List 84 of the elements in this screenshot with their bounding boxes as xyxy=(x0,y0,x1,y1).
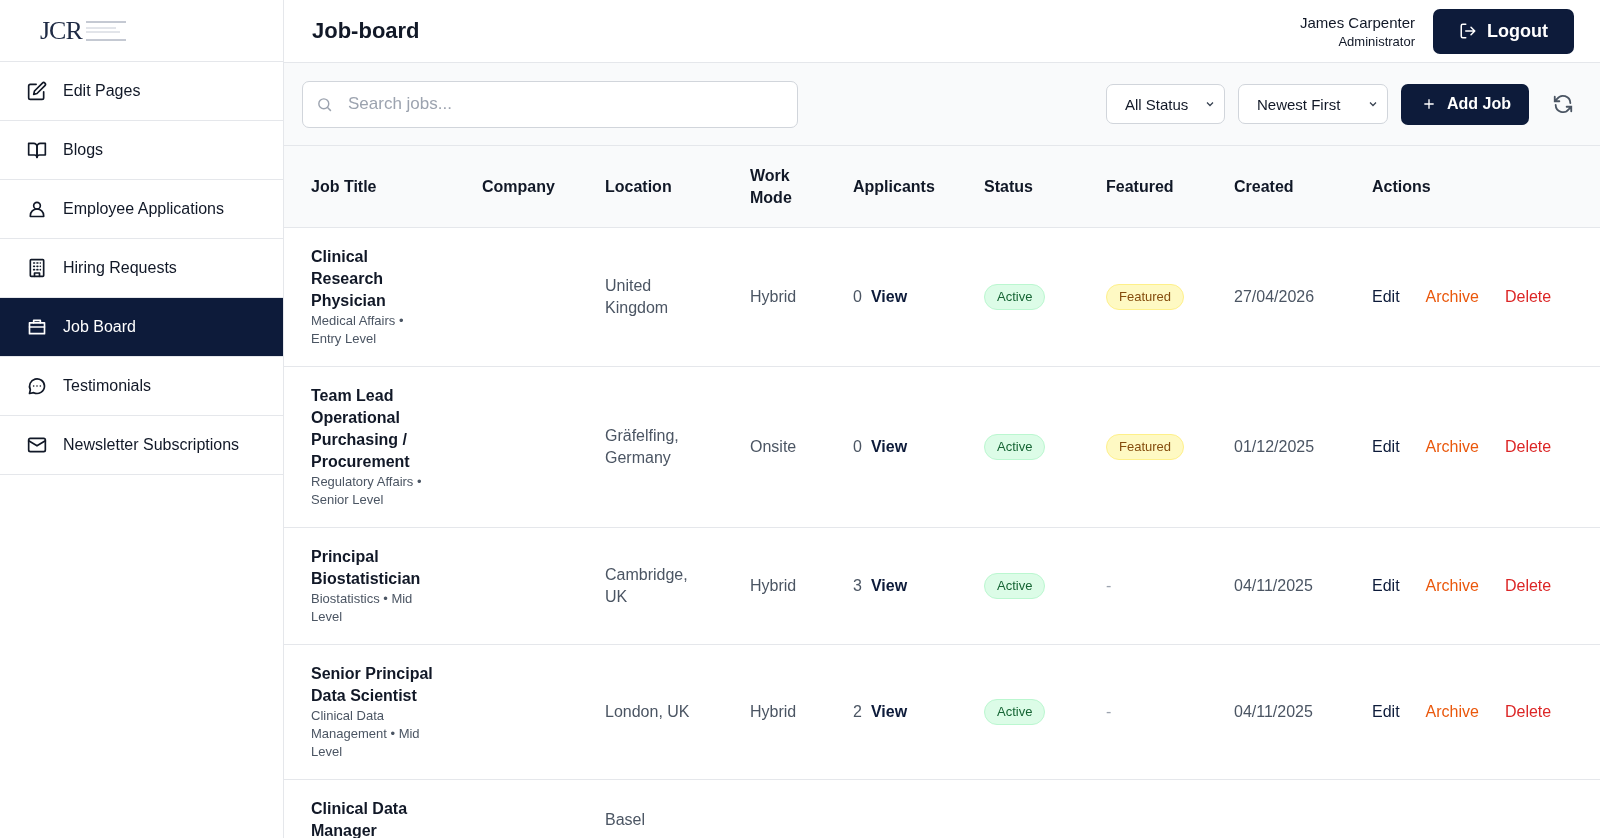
work-mode-cell: Onsite xyxy=(750,438,797,455)
job-title: Principal Biostatistician xyxy=(311,547,422,589)
edit-link[interactable]: Edit xyxy=(1372,286,1400,308)
delete-link[interactable]: Delete xyxy=(1504,286,1552,308)
mail-icon xyxy=(27,435,47,455)
delete-link[interactable]: Delete xyxy=(1504,436,1552,458)
view-link[interactable]: View xyxy=(870,438,908,455)
sidebar-item[interactable]: Blogs xyxy=(0,121,283,180)
archive-link[interactable]: Archive xyxy=(1425,436,1479,458)
job-category: Regulatory Affairs • Senior Level xyxy=(311,473,423,509)
created-date: 04/11/2025 xyxy=(1234,577,1313,594)
applicant-count: 0 xyxy=(853,288,862,305)
archive-link[interactable]: Archive xyxy=(1425,575,1479,597)
pencil-icon xyxy=(27,81,47,101)
job-title: Clinical Research Physician xyxy=(311,247,387,311)
column-header: Status xyxy=(984,177,1033,195)
featured-empty: - xyxy=(1106,703,1112,720)
view-link[interactable]: View xyxy=(870,703,908,720)
featured-badge: Featured xyxy=(1106,284,1185,310)
logout-button[interactable]: Logout xyxy=(1433,8,1574,54)
job-category: Biostatistics • Mid Level xyxy=(311,590,414,626)
edit-link[interactable]: Edit xyxy=(1372,701,1400,723)
page-title: Job-board xyxy=(312,18,420,44)
archive-link[interactable]: Archive xyxy=(1425,286,1479,308)
book-icon xyxy=(27,140,47,160)
archive-link[interactable]: Archive xyxy=(1425,701,1479,723)
status-dropdown[interactable]: All Status xyxy=(1106,84,1225,124)
chat-icon xyxy=(27,376,47,396)
user-icon xyxy=(27,199,47,219)
plus-icon xyxy=(1421,96,1437,112)
created-date: 01/12/2025 xyxy=(1234,438,1315,455)
add-job-button[interactable]: Add Job xyxy=(1401,83,1529,125)
work-mode-cell: Hybrid xyxy=(750,577,797,594)
column-header: Applicants xyxy=(853,177,935,195)
view-link[interactable]: View xyxy=(870,577,908,594)
logo: JCR xyxy=(40,15,82,46)
sidebar-item[interactable]: Newsletter Subscriptions xyxy=(0,416,283,475)
column-header: Company xyxy=(482,177,555,195)
job-category: Clinical Data Management • Mid Level xyxy=(311,707,421,761)
edit-link[interactable]: Edit xyxy=(1372,436,1400,458)
applicant-count: 3 xyxy=(853,577,862,594)
user-name: James Carpenter xyxy=(1299,13,1415,31)
location-cell: Gräfelfing, Germany xyxy=(605,427,679,466)
column-header: Job Title xyxy=(311,177,377,195)
building-icon xyxy=(27,258,47,278)
location-cell: United Kingdom xyxy=(605,277,669,316)
refresh-icon[interactable] xyxy=(1552,93,1574,115)
user-role: Administrator xyxy=(1338,33,1415,49)
briefcase-icon xyxy=(27,317,47,337)
logo-lines-icon xyxy=(85,19,126,42)
status-badge: Active xyxy=(984,434,1046,460)
sidebar-item[interactable]: Employee Applications xyxy=(0,180,283,239)
job-category: Medical Affairs • Entry Level xyxy=(311,312,405,348)
logout-icon xyxy=(1459,22,1477,40)
status-badge: Active xyxy=(984,284,1046,310)
edit-link[interactable]: Edit xyxy=(1372,575,1400,597)
column-header: Created xyxy=(1234,177,1294,195)
applicant-count: 0 xyxy=(853,438,862,455)
sidebar-item[interactable]: Edit Pages xyxy=(0,62,283,121)
work-mode-cell: Hybrid xyxy=(750,288,797,305)
search-field[interactable]: Search jobs... xyxy=(302,80,798,128)
delete-link[interactable]: Delete xyxy=(1504,701,1552,723)
column-header: Actions xyxy=(1372,177,1431,195)
location-cell: London, UK xyxy=(605,703,690,720)
work-mode-cell: Hybrid xyxy=(750,703,797,720)
status-badge: Active xyxy=(984,573,1046,599)
location-cell: Basel xyxy=(605,811,646,828)
sidebar-item[interactable]: Testimonials xyxy=(0,357,283,416)
created-date: 27/04/2026 xyxy=(1234,288,1315,305)
column-header: Work Mode xyxy=(750,166,792,206)
column-header: Location xyxy=(605,177,672,195)
delete-link[interactable]: Delete xyxy=(1504,575,1552,597)
status-badge: Active xyxy=(984,699,1046,725)
featured-empty: - xyxy=(1106,577,1112,594)
featured-badge: Featured xyxy=(1106,434,1185,460)
column-header: Featured xyxy=(1106,177,1174,195)
sort-dropdown[interactable]: Newest First xyxy=(1238,84,1388,124)
location-cell: Cambridge, UK xyxy=(605,566,688,605)
job-title: Team Lead Operational Purchasing / Procurement xyxy=(311,386,411,472)
created-date: 04/11/2025 xyxy=(1234,703,1313,720)
job-title: Senior Principal Data Scientist xyxy=(311,664,433,706)
applicant-count: 2 xyxy=(853,703,862,720)
view-link[interactable]: View xyxy=(870,288,908,305)
sidebar-item[interactable]: Job Board xyxy=(0,298,283,357)
